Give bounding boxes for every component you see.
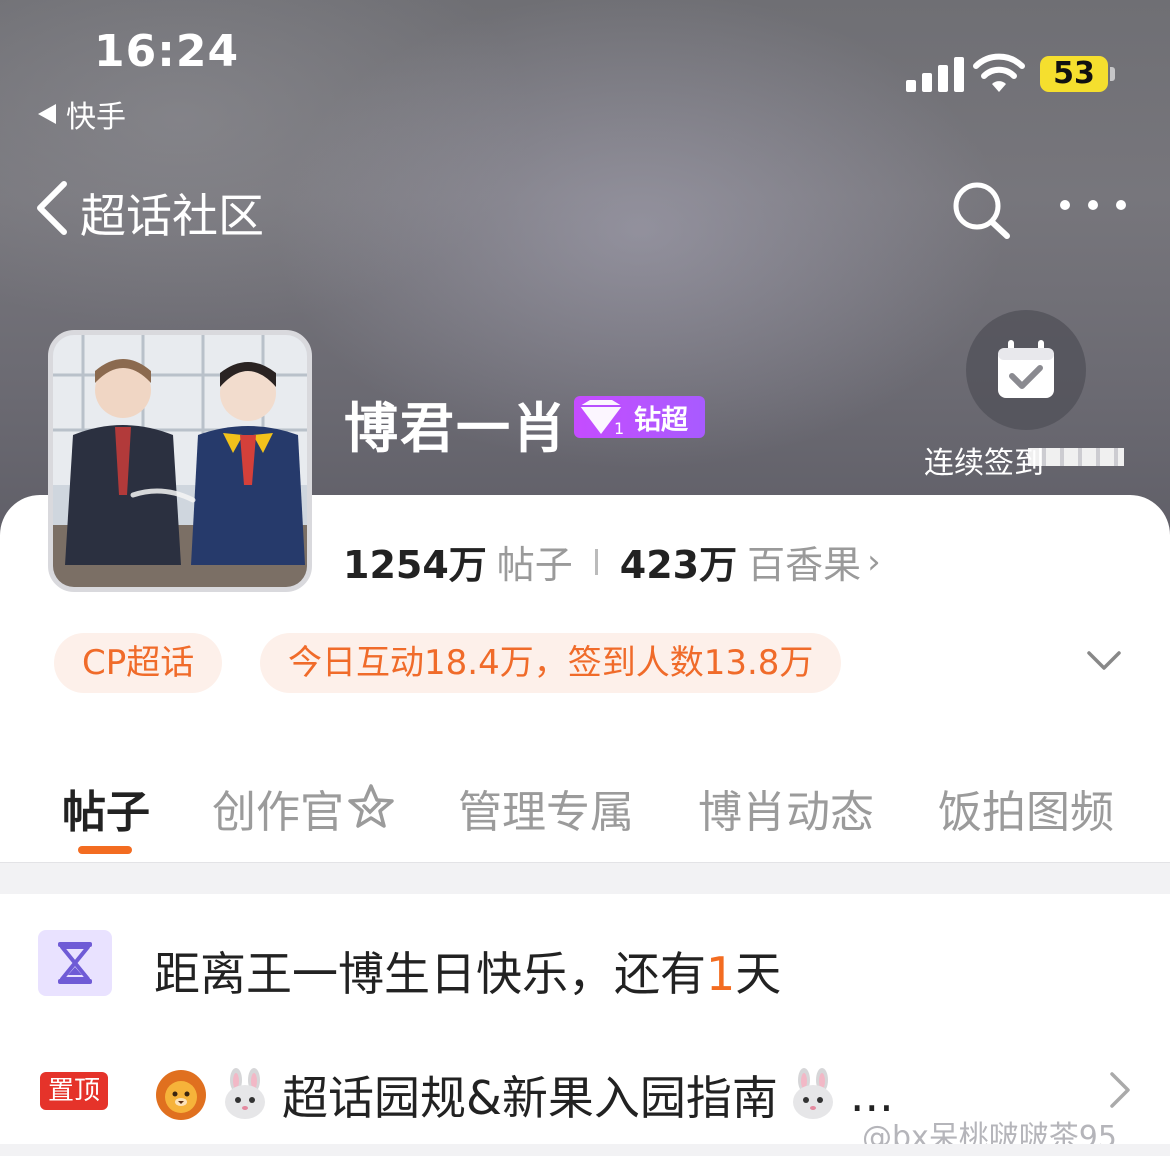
- rank-level: 1: [614, 419, 624, 438]
- category-tag[interactable]: CP超话: [54, 633, 223, 693]
- status-time: 16:24: [94, 26, 240, 77]
- section-divider: [0, 862, 1170, 894]
- diamond-icon: 1: [574, 396, 628, 438]
- back-triangle-icon: [38, 104, 56, 124]
- countdown-suffix: 天: [735, 947, 782, 1001]
- more-icon[interactable]: [1060, 200, 1126, 210]
- tab-creators-label: 创作官: [212, 787, 344, 838]
- checkin-button[interactable]: [966, 310, 1086, 430]
- fans-label: 百香果: [747, 543, 862, 587]
- tab-bar: 帖子 创作官 管理专属 博肖动态 饭拍图频: [0, 770, 1170, 860]
- cellular-signal-icon: [906, 56, 964, 92]
- tab-creators[interactable]: 创作官: [212, 776, 344, 840]
- rabbit-emoji-icon: [225, 1068, 265, 1119]
- tab-fan-media[interactable]: 饭拍图频: [938, 776, 1114, 840]
- lion-emoji-icon: [156, 1070, 206, 1120]
- chevron-down-icon[interactable]: [1086, 648, 1122, 674]
- page-title: 超话社区: [80, 189, 264, 243]
- countdown-prefix: 距离王一博生日快乐，还有: [154, 947, 706, 1001]
- back-chevron-icon[interactable]: [34, 178, 70, 238]
- creator-star-icon: [348, 784, 394, 828]
- checkin-label: 连续签到: [924, 446, 1044, 481]
- pinned-badge: 置顶: [40, 1072, 108, 1110]
- pinned-post[interactable]: 超话园规&新果入园指南 ...: [154, 1062, 894, 1128]
- community-stats[interactable]: 1254万 帖子 423万 百香果 ›: [343, 534, 881, 589]
- rank-label: 钻超: [634, 404, 688, 436]
- activity-tag[interactable]: 今日互动18.4万，签到人数13.8万: [260, 633, 842, 693]
- stats-divider: [594, 548, 598, 575]
- hourglass-icon: [38, 930, 112, 996]
- posts-count: 1254万: [343, 543, 487, 587]
- battery-indicator: 53: [1040, 56, 1108, 92]
- tab-news[interactable]: 博肖动态: [698, 776, 874, 840]
- birthday-countdown[interactable]: 距离王一博生日快乐，还有1天: [154, 938, 781, 1004]
- chevron-right-icon[interactable]: [1108, 1070, 1132, 1110]
- community-name: 博君一肖: [344, 397, 568, 460]
- redacted-mask: [1028, 448, 1124, 466]
- bottom-divider: [0, 1144, 1170, 1156]
- rabbit-emoji-icon: [792, 1068, 833, 1119]
- chevron-right-icon: ›: [867, 541, 881, 582]
- countdown-days: 1: [706, 947, 736, 1001]
- tab-admin[interactable]: 管理专属: [458, 776, 634, 840]
- active-tab-indicator: [78, 846, 132, 854]
- posts-label: 帖子: [496, 543, 573, 587]
- fans-count: 423万: [619, 543, 738, 587]
- battery-cap: [1110, 67, 1115, 81]
- search-icon[interactable]: [950, 180, 1012, 240]
- community-avatar[interactable]: [48, 330, 312, 592]
- wifi-icon: [973, 53, 1025, 92]
- rank-badge[interactable]: 1 钻超: [574, 396, 705, 438]
- back-app-label: 快手: [66, 100, 126, 135]
- tab-posts[interactable]: 帖子: [62, 776, 150, 840]
- pinned-title: 超话园规&新果入园指南: [282, 1071, 778, 1125]
- back-to-app-button[interactable]: 快手: [38, 92, 126, 136]
- calendar-check-icon: [998, 340, 1054, 398]
